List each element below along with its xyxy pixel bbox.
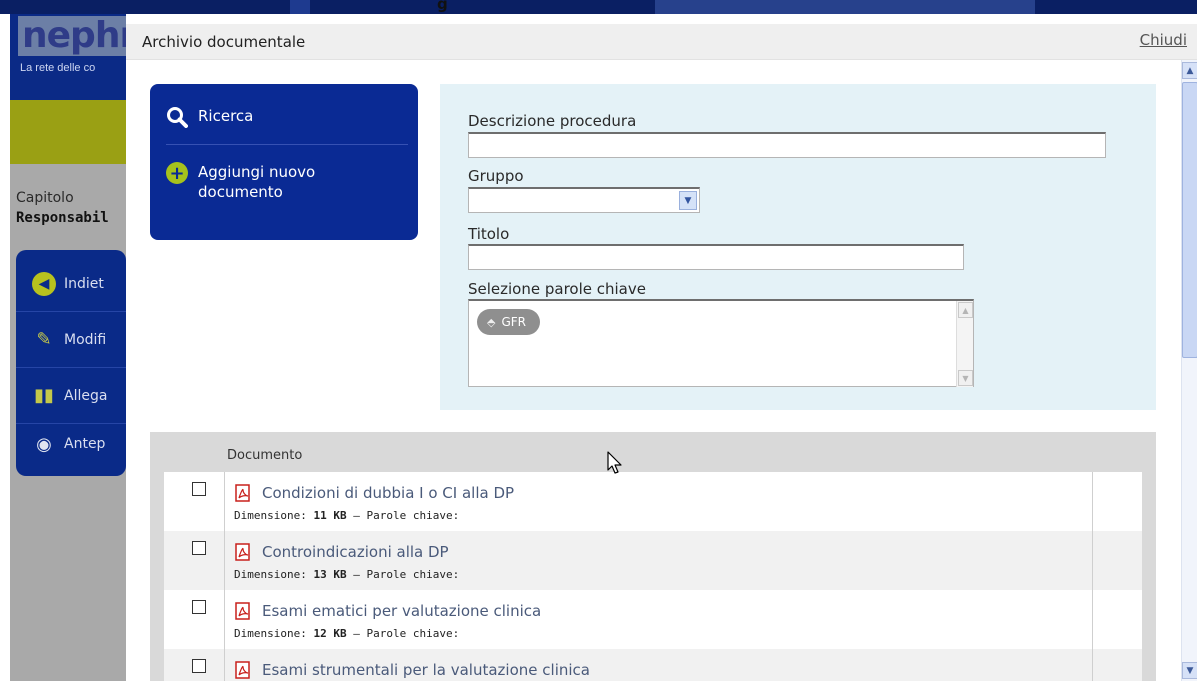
- background-title-fragment: g: [437, 0, 448, 13]
- search-form: Descrizione procedura Gruppo ▼ Titolo Se…: [440, 84, 1156, 410]
- document-size: 11 KB: [313, 509, 347, 522]
- background-top-bar: g: [0, 0, 1197, 14]
- titolo-label: Titolo: [468, 225, 510, 243]
- background-nav-label: Antep: [64, 436, 106, 452]
- document-meta: Dimensione: 13 KB — Parole chiave:: [234, 568, 460, 581]
- table-row: Condizioni di dubbia I o CI alla DP Dime…: [164, 472, 1142, 531]
- search-icon: [167, 107, 188, 128]
- descrizione-label: Descrizione procedura: [468, 112, 637, 130]
- eye-icon: ◉: [36, 433, 52, 455]
- document-size: 13 KB: [313, 568, 347, 581]
- keyword-tag-label: GFR: [501, 315, 527, 329]
- pencil-icon: ✎: [36, 329, 52, 350]
- titolo-input[interactable]: [468, 244, 964, 270]
- background-nav-label: Allega: [64, 387, 108, 404]
- keywords-meta-label: Parole chiave:: [366, 568, 460, 581]
- add-document-label: Aggiungi nuovo documento: [198, 163, 316, 201]
- modal-scrollbar[interactable]: ▲ ▼: [1181, 60, 1197, 681]
- chevron-down-icon[interactable]: ▼: [679, 191, 697, 210]
- background-logo: nephr: [18, 16, 141, 56]
- tag-icon: ⬘: [487, 315, 496, 329]
- column-divider: [1092, 590, 1093, 649]
- books-icon: ▮▮: [34, 385, 54, 406]
- background-nav-item-edit[interactable]: ✎ Modifi: [16, 312, 126, 368]
- size-label: Dimensione:: [234, 627, 307, 640]
- documents-list: Condizioni di dubbia I o CI alla DP Dime…: [164, 472, 1142, 681]
- column-divider: [1092, 531, 1093, 590]
- background-nav-item-preview[interactable]: ◉ Antep: [16, 416, 126, 472]
- screen: g nephr La rete delle co Capitolo Respon…: [0, 0, 1197, 681]
- documents-panel: Documento Condizioni di dubbia I o CI al…: [150, 432, 1156, 681]
- column-divider: [224, 531, 225, 590]
- keywords-box[interactable]: ⬘ GFR ▲ ▼: [468, 299, 974, 387]
- background-nav-label: Modifi: [64, 331, 107, 348]
- row-checkbox[interactable]: [192, 659, 206, 673]
- search-action[interactable]: Ricerca: [166, 106, 348, 128]
- document-meta: Dimensione: 11 KB — Parole chiave:: [234, 509, 460, 522]
- document-meta: Dimensione: 12 KB — Parole chiave:: [234, 627, 460, 640]
- table-row: Esami strumentali per la valutazione cli…: [164, 649, 1142, 681]
- mouse-cursor-icon: [607, 451, 622, 474]
- descrizione-input[interactable]: [468, 132, 1106, 158]
- background-logo-subtitle: La rete delle co: [20, 62, 96, 74]
- row-checkbox[interactable]: [192, 541, 206, 555]
- document-title[interactable]: Condizioni di dubbia I o CI alla DP: [262, 484, 514, 502]
- column-divider: [224, 649, 225, 681]
- background-capitolo-value: Responsabil: [16, 210, 109, 226]
- scroll-down-icon[interactable]: ▼: [958, 370, 973, 386]
- keywords-scrollbar[interactable]: ▲ ▼: [956, 301, 973, 387]
- modal-header: Archivio documentale Chiudi: [126, 24, 1197, 60]
- gruppo-label: Gruppo: [468, 167, 524, 185]
- pdf-icon: [235, 484, 250, 502]
- modal-title: Archivio documentale: [142, 33, 306, 51]
- document-title[interactable]: Controindicazioni alla DP: [262, 543, 449, 561]
- row-checkbox[interactable]: [192, 600, 206, 614]
- document-title[interactable]: Esami ematici per valutazione clinica: [262, 602, 541, 620]
- background-accent-band: [10, 100, 126, 164]
- background-nav-item-back[interactable]: ◀ Indiet: [16, 256, 126, 312]
- keyword-tag[interactable]: ⬘ GFR: [477, 309, 541, 335]
- column-divider: [224, 590, 225, 649]
- add-document-action[interactable]: + Aggiungi nuovo documento: [166, 162, 348, 202]
- document-title[interactable]: Esami strumentali per la valutazione cli…: [262, 661, 590, 679]
- background-nav-label: Indiet: [64, 275, 104, 292]
- table-row: Esami ematici per valutazione clinica Di…: [164, 590, 1142, 649]
- search-action-label: Ricerca: [198, 107, 254, 125]
- close-button[interactable]: Chiudi: [1140, 31, 1187, 49]
- pdf-icon: [235, 602, 250, 620]
- pdf-icon: [235, 543, 250, 561]
- scrollbar-thumb[interactable]: [1182, 82, 1197, 358]
- document-size: 12 KB: [313, 627, 347, 640]
- actions-divider: [166, 144, 408, 145]
- keywords-meta-label: Parole chiave:: [366, 509, 460, 522]
- scroll-up-icon[interactable]: ▲: [958, 302, 973, 318]
- gruppo-select[interactable]: ▼: [468, 187, 700, 213]
- background-capitolo-label: Capitolo: [16, 190, 74, 206]
- back-arrow-icon: ◀: [32, 271, 56, 296]
- table-row: Controindicazioni alla DP Dimensione: 13…: [164, 531, 1142, 590]
- column-divider: [1092, 649, 1093, 681]
- size-label: Dimensione:: [234, 568, 307, 581]
- pdf-icon: [235, 661, 250, 679]
- keywords-label: Selezione parole chiave: [468, 280, 646, 298]
- scroll-down-icon[interactable]: ▼: [1182, 662, 1197, 679]
- column-divider: [1092, 472, 1093, 531]
- actions-panel: Ricerca + Aggiungi nuovo documento: [150, 84, 418, 240]
- row-checkbox[interactable]: [192, 482, 206, 496]
- documents-column-header: Documento: [227, 448, 303, 463]
- column-divider: [224, 472, 225, 531]
- keywords-meta-label: Parole chiave:: [366, 627, 460, 640]
- scroll-up-icon[interactable]: ▲: [1182, 62, 1197, 79]
- size-label: Dimensione:: [234, 509, 307, 522]
- modal-body: Ricerca + Aggiungi nuovo documento Descr…: [126, 60, 1181, 681]
- plus-circle-icon: +: [166, 162, 188, 184]
